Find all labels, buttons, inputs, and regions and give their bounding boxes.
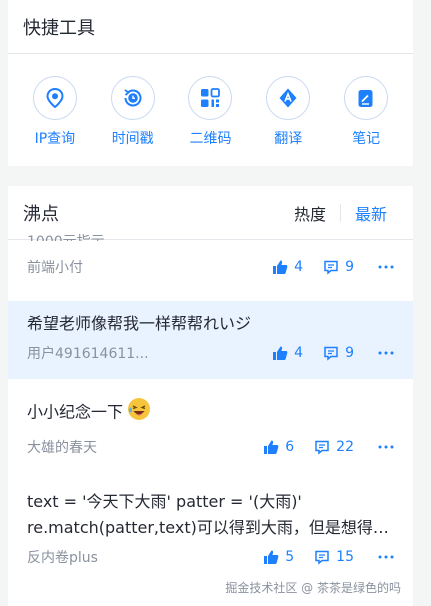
comment-count: 9	[345, 259, 354, 275]
comment-button[interactable]: 15	[314, 549, 354, 565]
quick-tools-title: 快捷工具	[23, 17, 95, 39]
feed-actions: 4 9	[272, 259, 394, 275]
like-button[interactable]: 4	[272, 345, 303, 361]
location-pin-icon	[32, 76, 77, 120]
comment-count: 22	[336, 439, 354, 455]
quick-tools-header: 快捷工具	[8, 0, 413, 54]
tool-label: IP查询	[34, 131, 76, 147]
feed-author[interactable]: 反内卷plus	[27, 547, 237, 567]
sort-tab-new[interactable]: 最新	[355, 201, 387, 225]
feed-item[interactable]: 小小纪念一下 大雄的春天 6 22	[8, 397, 413, 467]
tool-label: 翻译	[274, 131, 303, 147]
feed-item[interactable]: 前端小付 4 9	[8, 255, 413, 293]
qr-code-icon	[188, 76, 233, 120]
comment-button[interactable]: 22	[314, 439, 354, 455]
feed-content: 小小纪念一下	[27, 397, 397, 429]
feed-actions: 6 22	[263, 439, 394, 455]
tool-timestamp[interactable]: 时间戳	[94, 76, 172, 148]
like-count: 4	[294, 345, 304, 361]
tools-row: IP查询 时间戳 二维码 翻译 笔记	[8, 76, 413, 148]
comment-button[interactable]: 9	[323, 259, 354, 275]
feed-item[interactable]: text = '今天下大雨' patter = '(大雨)' re.match(…	[8, 489, 413, 579]
like-button[interactable]: 5	[263, 549, 294, 565]
more-options-icon[interactable]	[378, 265, 394, 269]
sort-divider	[339, 204, 341, 222]
more-options-icon[interactable]	[378, 555, 394, 559]
tool-qr-code[interactable]: 二维码	[172, 76, 250, 148]
tool-label: 时间戳	[111, 131, 154, 147]
feed-content: 希望老师像帮我一样帮帮れいジ	[27, 314, 252, 333]
feed-author[interactable]: 大雄的春天	[27, 437, 237, 457]
feed-author[interactable]: 用户491614611...	[27, 343, 237, 363]
tool-label: 二维码	[189, 131, 232, 147]
feed-content-text: 小小纪念一下	[27, 402, 124, 422]
feed-panel: 沸点 热度 最新 1000元指示 前端小付 4 9	[8, 186, 413, 606]
comment-icon	[324, 260, 338, 275]
more-options-icon[interactable]	[378, 445, 394, 449]
watermark: 掘金技术社区 @ 茶茶是绿色的吗	[225, 581, 401, 595]
comment-button[interactable]: 9	[323, 345, 354, 361]
thumbs-up-icon	[264, 440, 279, 454]
quick-tools-panel: 快捷工具 IP查询 时间戳 二维码 翻译 笔记	[8, 0, 413, 166]
feed-meta: 前端小付 4 9	[27, 255, 394, 279]
sort-tabs: 热度 最新	[294, 186, 387, 240]
thumbs-up-icon	[264, 550, 279, 564]
comment-icon	[315, 550, 329, 565]
feed-meta: 用户491614611... 4 9	[27, 341, 394, 365]
tool-notes[interactable]: 笔记	[327, 76, 405, 148]
feed-content: text = '今天下大雨' patter = '(大雨)' re.match(…	[27, 492, 389, 537]
feed-title: 沸点	[23, 203, 59, 225]
tool-label: 笔记	[352, 131, 381, 147]
more-options-icon[interactable]	[378, 351, 394, 355]
note-icon	[344, 76, 389, 120]
comment-icon	[315, 440, 329, 455]
laughing-face-icon	[127, 397, 151, 429]
translate-icon	[266, 76, 311, 120]
thumbs-up-icon	[273, 346, 288, 360]
comment-count: 9	[345, 345, 354, 361]
feed-actions: 5 15	[263, 549, 394, 565]
comment-icon	[324, 346, 338, 361]
thumbs-up-icon	[273, 260, 288, 274]
feed-meta: 大雄的春天 6 22	[27, 435, 394, 459]
cut-off-text: 1000元指示	[27, 231, 105, 241]
feed-actions: 4 9	[272, 345, 394, 361]
clock-refresh-icon	[110, 76, 155, 120]
like-count: 5	[285, 549, 295, 565]
feed-item[interactable]: 希望老师像帮我一样帮帮れいジ 用户491614611... 4 9	[8, 301, 413, 379]
like-button[interactable]: 6	[263, 439, 294, 455]
feed-author[interactable]: 前端小付	[27, 257, 237, 277]
feed-meta: 反内卷plus 5 15	[27, 545, 394, 569]
comment-count: 15	[336, 549, 354, 565]
tool-ip-lookup[interactable]: IP查询	[16, 76, 94, 148]
like-count: 6	[285, 439, 295, 455]
like-count: 4	[294, 259, 304, 275]
sort-tab-hot[interactable]: 热度	[294, 201, 326, 225]
like-button[interactable]: 4	[272, 259, 303, 275]
tool-translate[interactable]: 翻译	[249, 76, 327, 148]
